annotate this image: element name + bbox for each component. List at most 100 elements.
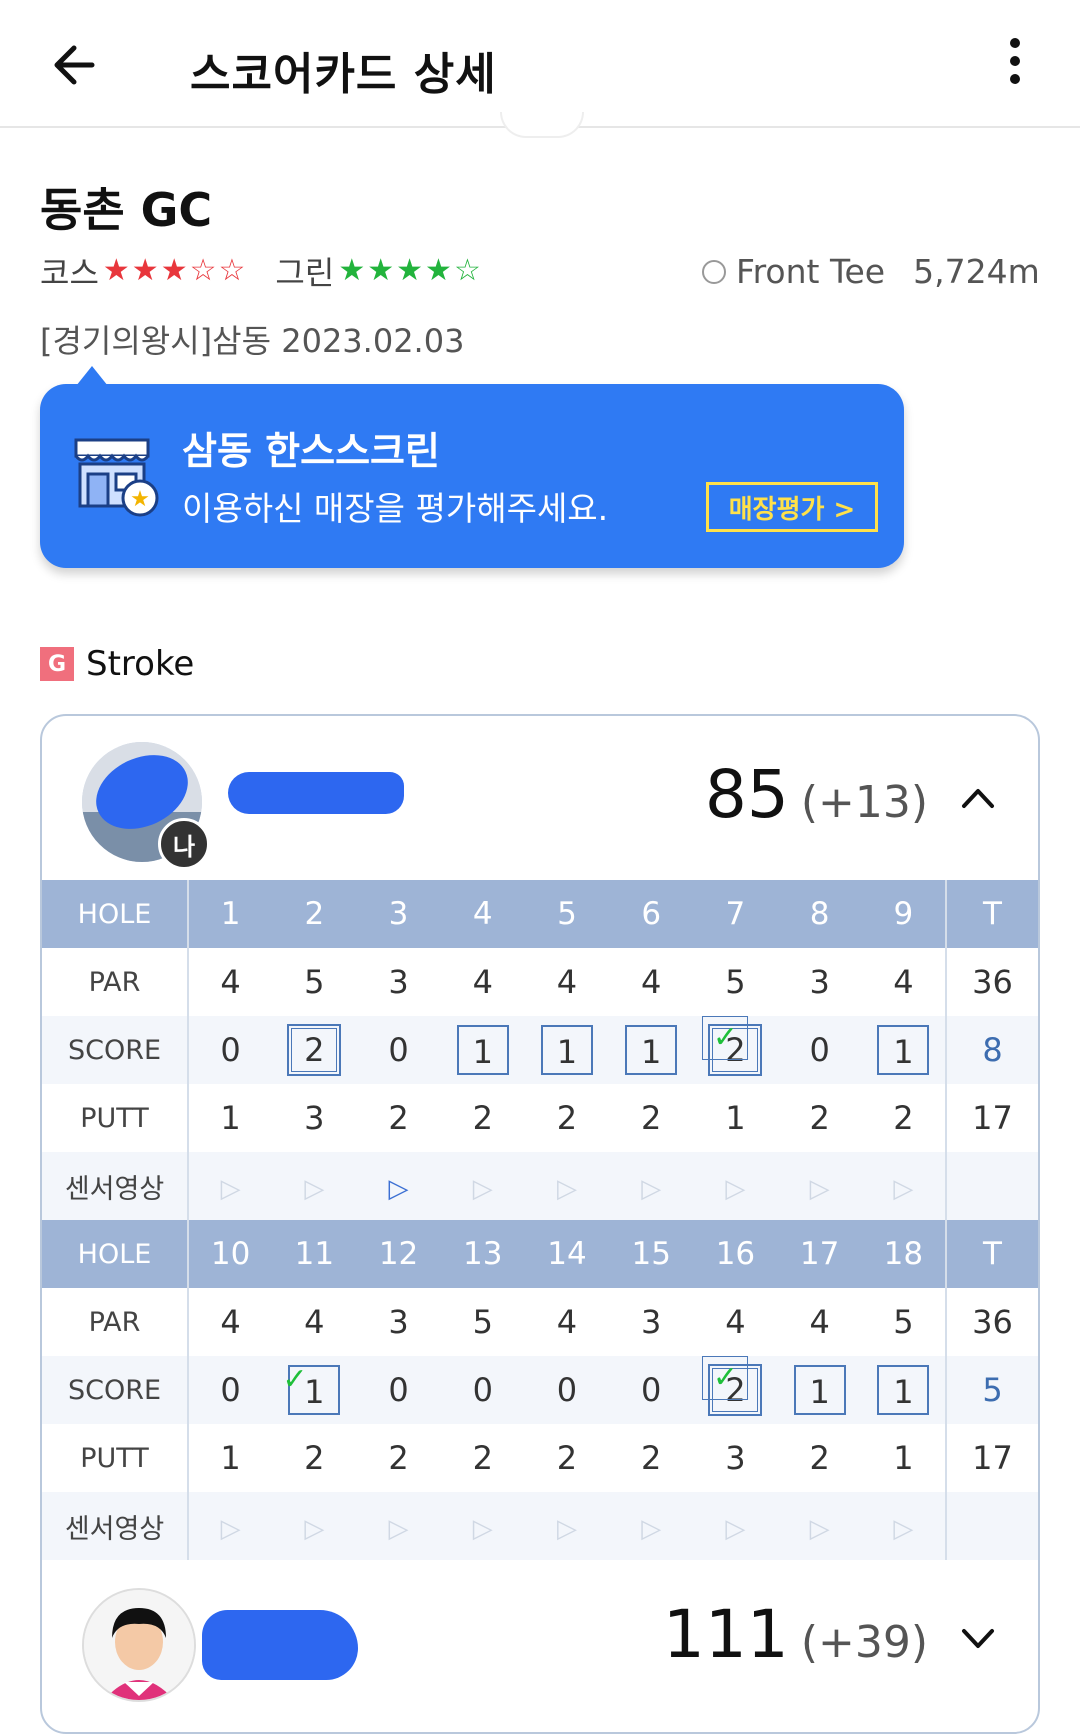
score-value: 2 [291,1028,338,1072]
par-label: PAR [42,1288,189,1356]
score-row: SCORE 0 2 0 1 1 1 ✓ 2 0 1 8 [42,1016,1038,1084]
par-value: 5 [472,1303,493,1341]
total-strokes: 85 [704,756,789,833]
putt-value: 3 [725,1439,746,1477]
hole-number: 12 [356,1220,441,1288]
player-row-other[interactable]: 111 (+39) [42,1566,1038,1732]
green-stars: ★ ★ ★ ★ ☆ [338,256,481,286]
scorecard-panel: 나 85 (+13) HOLE 1 2 3 4 5 6 7 8 9 T PAR 4… [40,714,1040,1734]
hole-number: 11 [272,1220,357,1288]
star-filled-icon: ★ [102,253,130,288]
play-video-icon[interactable]: ▷ [188,1492,273,1560]
par-value: 4 [472,963,493,1001]
tee-circle-icon [702,259,726,284]
putt-value: 3 [304,1099,325,1137]
hole-number: 15 [609,1220,694,1288]
score-cell: ✓ 2 [693,1016,778,1084]
chevron-up-icon[interactable] [958,778,998,818]
hole-label: HOLE [42,1220,189,1288]
double-bogey-box: ✓ 2 [702,1356,763,1416]
more-options-icon[interactable] [1000,30,1030,100]
scorecard-table: HOLE 1 2 3 4 5 6 7 8 9 T PAR 4 5 3 4 4 4… [42,880,1038,1560]
putt-value: 2 [809,1099,830,1137]
rate-store-button[interactable]: 매장평가 > [706,482,878,532]
play-video-icon[interactable]: ▷ [272,1492,357,1560]
putt-total: 17 [945,1084,1038,1152]
score-value: 1 [456,1025,509,1075]
chevron-down-icon[interactable] [958,1618,998,1658]
store-rating-banner[interactable]: ★ 삼동 한스스크린 이용하신 매장을 평가해주세요. 매장평가 > [40,366,904,568]
play-video-icon[interactable]: ▷ [861,1492,946,1560]
tee-name: Front Tee [736,252,886,291]
course-length: 5,724m [913,252,1040,291]
play-video-icon[interactable]: ▷ [356,1152,441,1220]
play-video-icon[interactable]: ▷ [609,1152,694,1220]
par-value: 3 [388,963,409,1001]
hole-number: 8 [777,880,862,948]
play-video-icon[interactable]: ▷ [693,1492,778,1560]
putt-value: 2 [641,1099,662,1137]
par-value: 3 [641,1303,662,1341]
mode-label: Stroke [86,644,195,684]
star-empty-icon: ☆ [453,253,481,288]
par-value: 4 [556,1303,578,1341]
over-par: (+13) [800,777,928,828]
score-value: 1 [540,1025,593,1075]
putt-value: 2 [641,1439,662,1477]
course-name: 동촌 GC [40,183,213,237]
par-value: 5 [304,963,325,1001]
score-value: 0 [440,1356,525,1424]
par-value: 4 [809,1303,830,1341]
score-value: 1 [877,1025,930,1075]
score-cell: 1 [524,1016,610,1084]
play-video-icon[interactable]: ▷ [440,1152,525,1220]
score-value: 0 [356,1356,441,1424]
play-video-icon[interactable]: ▷ [440,1492,525,1560]
play-video-icon[interactable]: ▷ [777,1152,862,1220]
avatar [82,1588,196,1702]
par-value: 4 [220,963,241,1001]
play-video-icon[interactable]: ▷ [861,1152,946,1220]
par-value: 5 [893,1303,914,1341]
play-video-icon[interactable]: ▷ [272,1152,357,1220]
play-video-icon[interactable]: ▷ [524,1492,610,1560]
score-cell: 1 [777,1356,862,1424]
hole-number: 14 [524,1220,610,1288]
video-total-empty [945,1492,1038,1560]
hole-label: HOLE [42,880,189,948]
hole-number: 10 [188,1220,273,1288]
putt-value: 1 [220,1439,241,1477]
score-row: SCORE 0 ✓ 1 0 0 0 0 ✓ 2 1 1 5 [42,1356,1038,1424]
course-rating-label: 코스 [40,254,99,292]
play-video-icon[interactable]: ▷ [188,1152,273,1220]
tee-info: Front Tee 5,724m [702,252,1040,291]
bogey-box: ✓ 1 [282,1362,341,1415]
score-cell: 1 [609,1016,694,1084]
putt-value: 2 [809,1439,830,1477]
play-video-icon[interactable]: ▷ [524,1152,610,1220]
hole-number: 9 [861,880,946,948]
score-value: 0 [188,1016,273,1084]
putt-value: 2 [388,1439,409,1477]
putt-value: 2 [893,1099,914,1137]
star-filled-icon: ★ [367,253,395,288]
svg-text:★: ★ [130,487,150,512]
video-row: 센서영상 ▷ ▷ ▷ ▷ ▷ ▷ ▷ ▷ ▷ [42,1492,1038,1560]
player-row-me[interactable]: 나 85 (+13) [42,716,1038,880]
play-video-icon[interactable]: ▷ [777,1492,862,1560]
putt-row: PUTT 1 2 2 2 2 2 3 2 1 17 [42,1424,1038,1492]
putt-total: 17 [945,1424,1038,1492]
over-par: (+39) [800,1617,928,1668]
putt-value: 2 [388,1099,409,1137]
back-arrow-icon[interactable] [48,38,102,92]
score-value: 1 [877,1365,930,1415]
par-value: 4 [556,963,578,1001]
play-video-icon[interactable]: ▷ [609,1492,694,1560]
course-stars: ★ ★ ★ ☆ ☆ [103,256,246,286]
par-total: 36 [945,1288,1038,1356]
play-video-icon[interactable]: ▷ [693,1152,778,1220]
par-label: PAR [42,948,189,1016]
score-cell: 1 [440,1016,525,1084]
putt-value: 2 [472,1099,493,1137]
play-video-icon[interactable]: ▷ [356,1492,441,1560]
